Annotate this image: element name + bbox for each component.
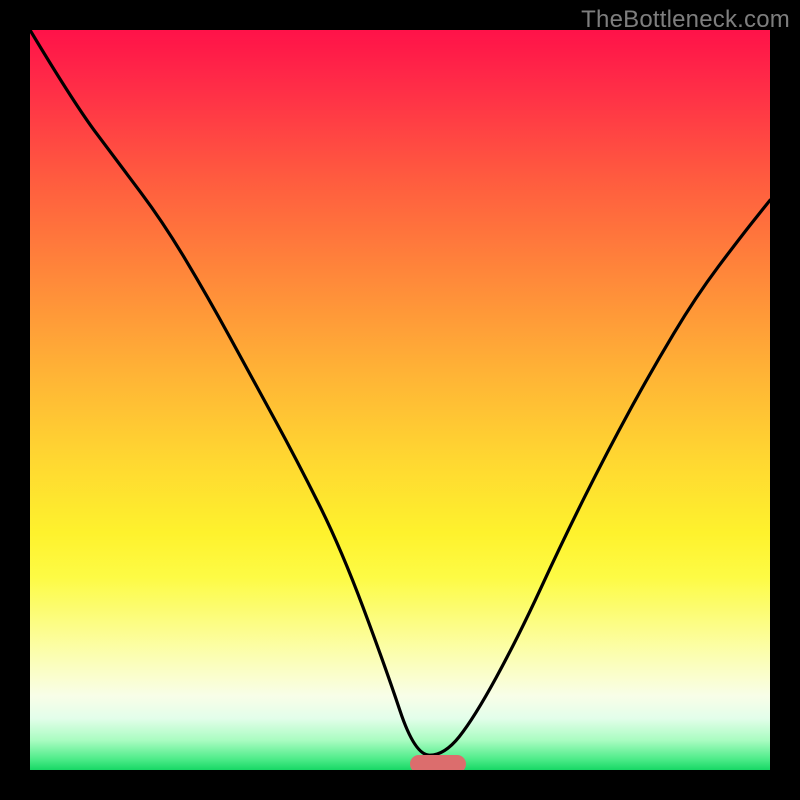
watermark-text: TheBottleneck.com <box>581 6 790 34</box>
curve-svg <box>30 30 770 770</box>
outer-frame: TheBottleneck.com <box>0 0 800 800</box>
bottleneck-curve-line <box>30 30 770 755</box>
optimal-marker <box>410 755 466 770</box>
plot-area <box>30 30 770 770</box>
